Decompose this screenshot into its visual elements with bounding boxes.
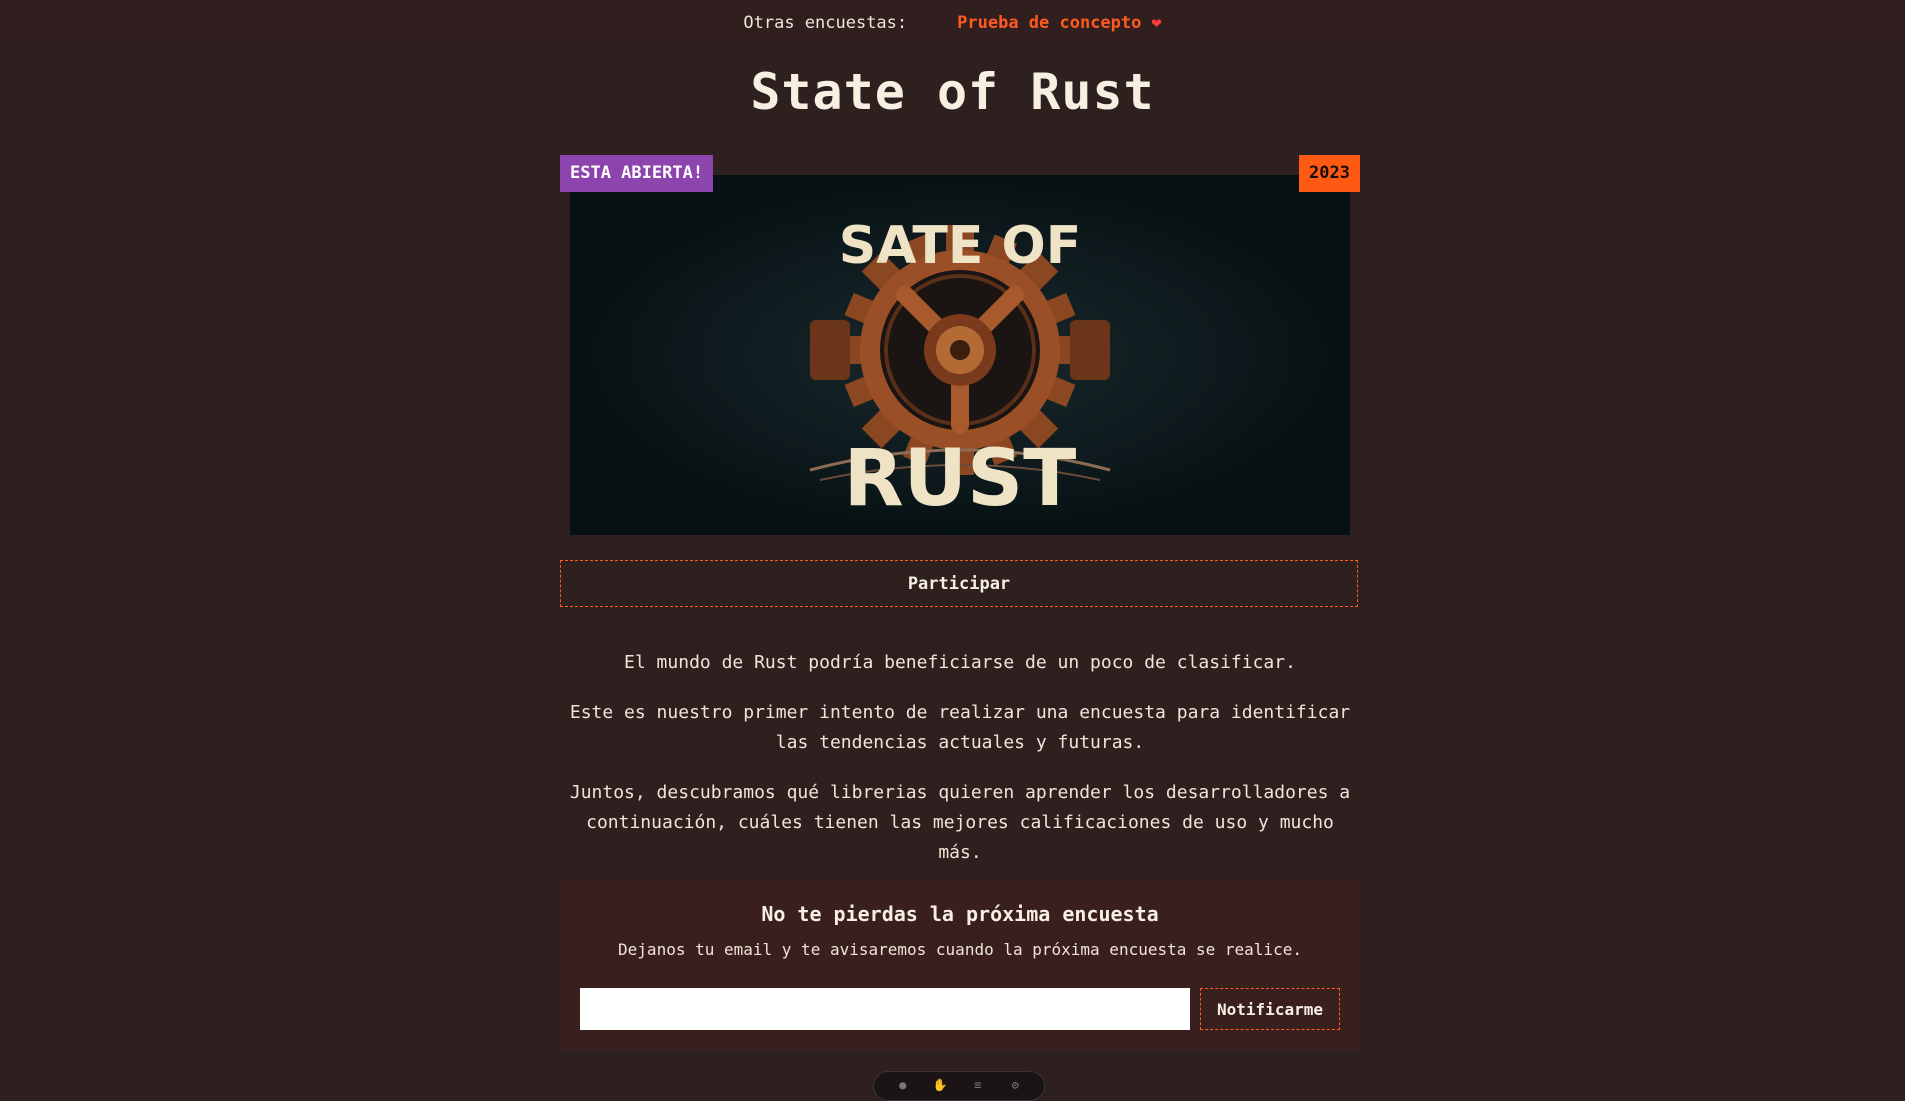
logo-text-bottom: RUST: [844, 434, 1077, 524]
survey-card[interactable]: SATE OF RUST ESTA ABIERTA! 2023: [560, 155, 1360, 535]
intro-paragraph-1: El mundo de Rust podría beneficiarse de …: [624, 652, 1296, 673]
top-nav-bar: Otras encuestas: Prueba de concepto ❤: [0, 0, 1905, 46]
intro-paragraph-2: Este es nuestro primer intento de realiz…: [569, 702, 1351, 753]
toolbar-hand-icon[interactable]: ✋: [932, 1078, 948, 1094]
logo-text-top: SATE OF: [839, 216, 1081, 276]
toolbar-menu-icon[interactable]: ≡: [970, 1078, 986, 1094]
heart-icon: ❤: [1151, 13, 1162, 33]
email-input[interactable]: [580, 988, 1190, 1030]
newsletter-description: Dejanos tu email y te avisaremos cuando …: [618, 940, 1302, 959]
proof-of-concept-link[interactable]: Prueba de concepto: [957, 13, 1141, 33]
other-surveys-label: Otras encuestas:: [743, 13, 908, 33]
newsletter-form: Notificarme: [580, 988, 1340, 1030]
participate-button[interactable]: Participar: [560, 560, 1358, 607]
newsletter-section: No te pierdas la próxima encuesta Dejano…: [560, 880, 1360, 1050]
page-title: State of Rust: [750, 63, 1155, 121]
intro-text: El mundo de Rust podría beneficiarse de …: [560, 648, 1360, 888]
newsletter-title: No te pierdas la próxima encuesta: [761, 902, 1159, 926]
survey-open-badge: ESTA ABIERTA!: [560, 155, 714, 192]
state-of-rust-logo-image: SATE OF RUST: [570, 175, 1350, 535]
notify-me-button[interactable]: Notificarme: [1200, 988, 1340, 1030]
toolbar-gear-icon[interactable]: ⚙: [1007, 1078, 1023, 1094]
toolbar-person-icon[interactable]: ●: [895, 1078, 911, 1094]
intro-paragraph-3: Juntos, descubramos qué librerias quiere…: [569, 782, 1351, 863]
survey-year-badge: 2023: [1299, 155, 1360, 192]
floating-toolbar[interactable]: ● ✋ ≡ ⚙: [873, 1071, 1045, 1101]
